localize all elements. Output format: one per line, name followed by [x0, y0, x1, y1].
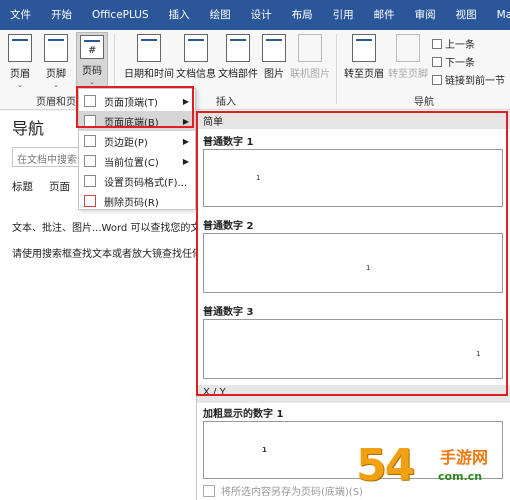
ribbon-tab[interactable]: 审阅 [405, 0, 446, 30]
goto-header-button[interactable]: 转至页眉 [344, 34, 384, 80]
doc-parts-button[interactable]: 文档部件 [218, 34, 258, 80]
tab-headings[interactable]: 标题 [12, 179, 33, 194]
ribbon-tab[interactable]: OfficePLUS [82, 0, 159, 30]
document-info-icon [184, 34, 208, 62]
ribbon-tab[interactable]: Mat [487, 0, 510, 30]
link-previous-button[interactable]: 链接到前一节 [432, 72, 505, 87]
menu-item-current-position[interactable]: 当前位置(C) ▶ [79, 151, 195, 171]
next-button[interactable]: 下一条 [432, 54, 475, 69]
footer-button[interactable]: 页脚 ⌄ [44, 34, 68, 90]
picture-icon [262, 34, 286, 62]
group-separator [336, 34, 337, 104]
delete-icon [84, 195, 96, 207]
nav-pane-tabs: 标题 页面 [12, 179, 70, 194]
ribbon-tab[interactable]: 绘图 [200, 0, 241, 30]
page-number-icon: # [80, 35, 104, 59]
highlight-frame-menu [76, 86, 194, 128]
previous-icon [432, 38, 442, 49]
chevron-down-icon: ⌄ [53, 81, 59, 89]
ribbon-tab[interactable]: 引用 [323, 0, 364, 30]
ribbon-tab[interactable]: 文件 [0, 0, 41, 30]
site-watermark-logo: 54 手游网 com.cn [356, 440, 489, 491]
page-number-button[interactable]: # 页码 ⌄ [76, 32, 108, 88]
online-picture-icon [298, 34, 322, 62]
ribbon-tab[interactable]: 邮件 [364, 0, 405, 30]
header-button[interactable]: 页眉 ⌄ [8, 34, 32, 90]
online-picture-button[interactable]: 联机图片 [290, 34, 330, 80]
goto-header-icon [352, 34, 376, 62]
tab-pages[interactable]: 页面 [49, 179, 70, 194]
document-parts-icon [226, 34, 250, 62]
doc-info-button[interactable]: 文档信息 [176, 34, 216, 80]
nav-hint-text-2: 请使用搜索框查找文本或者放大镜查找任何 [12, 249, 202, 260]
previous-button[interactable]: 上一条 [432, 36, 475, 51]
highlight-frame-gallery [196, 111, 508, 396]
ribbon-tab[interactable]: 布局 [282, 0, 323, 30]
picture-button[interactable]: 图片 [262, 34, 286, 80]
date-time-button[interactable]: 日期和时间 [124, 34, 174, 80]
goto-footer-button[interactable]: 转至页脚 [388, 34, 428, 80]
gallery-item-label: 加粗显示的数字 1 [203, 409, 284, 420]
next-icon [432, 56, 442, 67]
group-label-navigation: 导航 [414, 97, 434, 108]
calendar-icon [137, 34, 161, 62]
footer-icon [44, 34, 68, 62]
nav-pane-title: 导航 [12, 119, 45, 138]
menu-item-remove-page-numbers[interactable]: 删除页码(R) [79, 191, 195, 211]
header-icon [8, 34, 32, 62]
group-label-insert: 插入 [216, 97, 236, 108]
link-icon [432, 74, 442, 85]
menu-item-page-margins[interactable]: 页边距(P) ▶ [79, 131, 195, 151]
ribbon-tab[interactable]: 设计 [241, 0, 282, 30]
save-selection-as-page-number[interactable]: 将所选内容另存为页码(底端)(S) [203, 483, 363, 498]
menu-item-format-page-numbers[interactable]: 设置页码格式(F)... [79, 171, 195, 191]
ribbon-tab[interactable]: 插入 [159, 0, 200, 30]
current-position-icon [84, 155, 96, 167]
format-icon [84, 175, 96, 187]
ribbon-tab-bar: 文件开始OfficePLUS插入绘图设计布局引用邮件审阅视图Mat [0, 0, 510, 30]
page-number-preview: 1 [262, 446, 267, 454]
page-margin-icon [84, 135, 96, 147]
ribbon-tab[interactable]: 视图 [446, 0, 487, 30]
save-gallery-icon [203, 484, 215, 497]
chevron-down-icon: ⌄ [17, 81, 23, 89]
submenu-arrow-icon: ▶ [182, 136, 189, 146]
nav-hint-text-1: 文本、批注、图片...Word 可以查找您的文档 [12, 223, 211, 234]
submenu-arrow-icon: ▶ [182, 156, 189, 166]
ribbon-tab[interactable]: 开始 [41, 0, 82, 30]
goto-footer-icon [396, 34, 420, 62]
